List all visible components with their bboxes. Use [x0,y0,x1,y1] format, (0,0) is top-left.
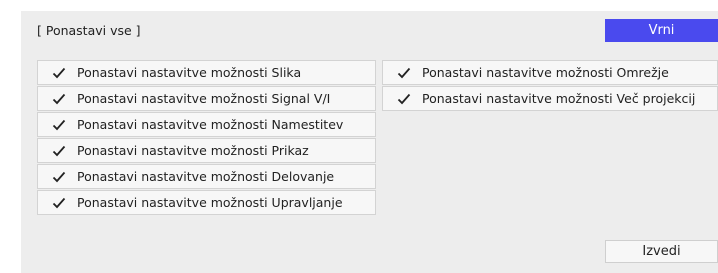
reset-option-vec-projekcij[interactable]: Ponastavi nastavitve možnosti Več projek… [382,86,718,111]
reset-option-namestitev[interactable]: Ponastavi nastavitve možnosti Namestitev [37,112,376,137]
checkmark-icon [52,92,68,106]
checkmark-icon [52,66,68,80]
checkmark-icon [52,170,68,184]
dialog-title: [ Ponastavi vse ] [37,23,141,38]
reset-option-label: Ponastavi nastavitve možnosti Omrežje [422,65,669,80]
reset-option-label: Ponastavi nastavitve možnosti Namestitev [77,117,344,132]
reset-option-delovanje[interactable]: Ponastavi nastavitve možnosti Delovanje [37,164,376,189]
reset-options-right-column: Ponastavi nastavitve možnosti Omrežje Po… [382,60,718,112]
reset-option-label: Ponastavi nastavitve možnosti Delovanje [77,169,335,184]
checkmark-icon [52,196,68,210]
reset-option-upravljanje[interactable]: Ponastavi nastavitve možnosti Upravljanj… [37,190,376,215]
reset-option-label: Ponastavi nastavitve možnosti Prikaz [77,143,309,158]
reset-option-label: Ponastavi nastavitve možnosti Signal V/I [77,91,331,106]
reset-option-omrezje[interactable]: Ponastavi nastavitve možnosti Omrežje [382,60,718,85]
checkmark-icon [397,66,413,80]
reset-option-signal-vi[interactable]: Ponastavi nastavitve možnosti Signal V/I [37,86,376,111]
reset-option-label: Ponastavi nastavitve možnosti Upravljanj… [77,195,343,210]
execute-button[interactable]: Izvedi [605,240,718,263]
checkmark-icon [397,92,413,106]
reset-option-label: Ponastavi nastavitve možnosti Slika [77,65,302,80]
checkmark-icon [52,144,68,158]
reset-option-prikaz[interactable]: Ponastavi nastavitve možnosti Prikaz [37,138,376,163]
checkmark-icon [52,118,68,132]
back-button[interactable]: Vrni [605,19,718,42]
reset-option-slika[interactable]: Ponastavi nastavitve možnosti Slika [37,60,376,85]
reset-option-label: Ponastavi nastavitve možnosti Več projek… [422,91,696,106]
reset-options-left-column: Ponastavi nastavitve možnosti Slika Pona… [37,60,376,216]
